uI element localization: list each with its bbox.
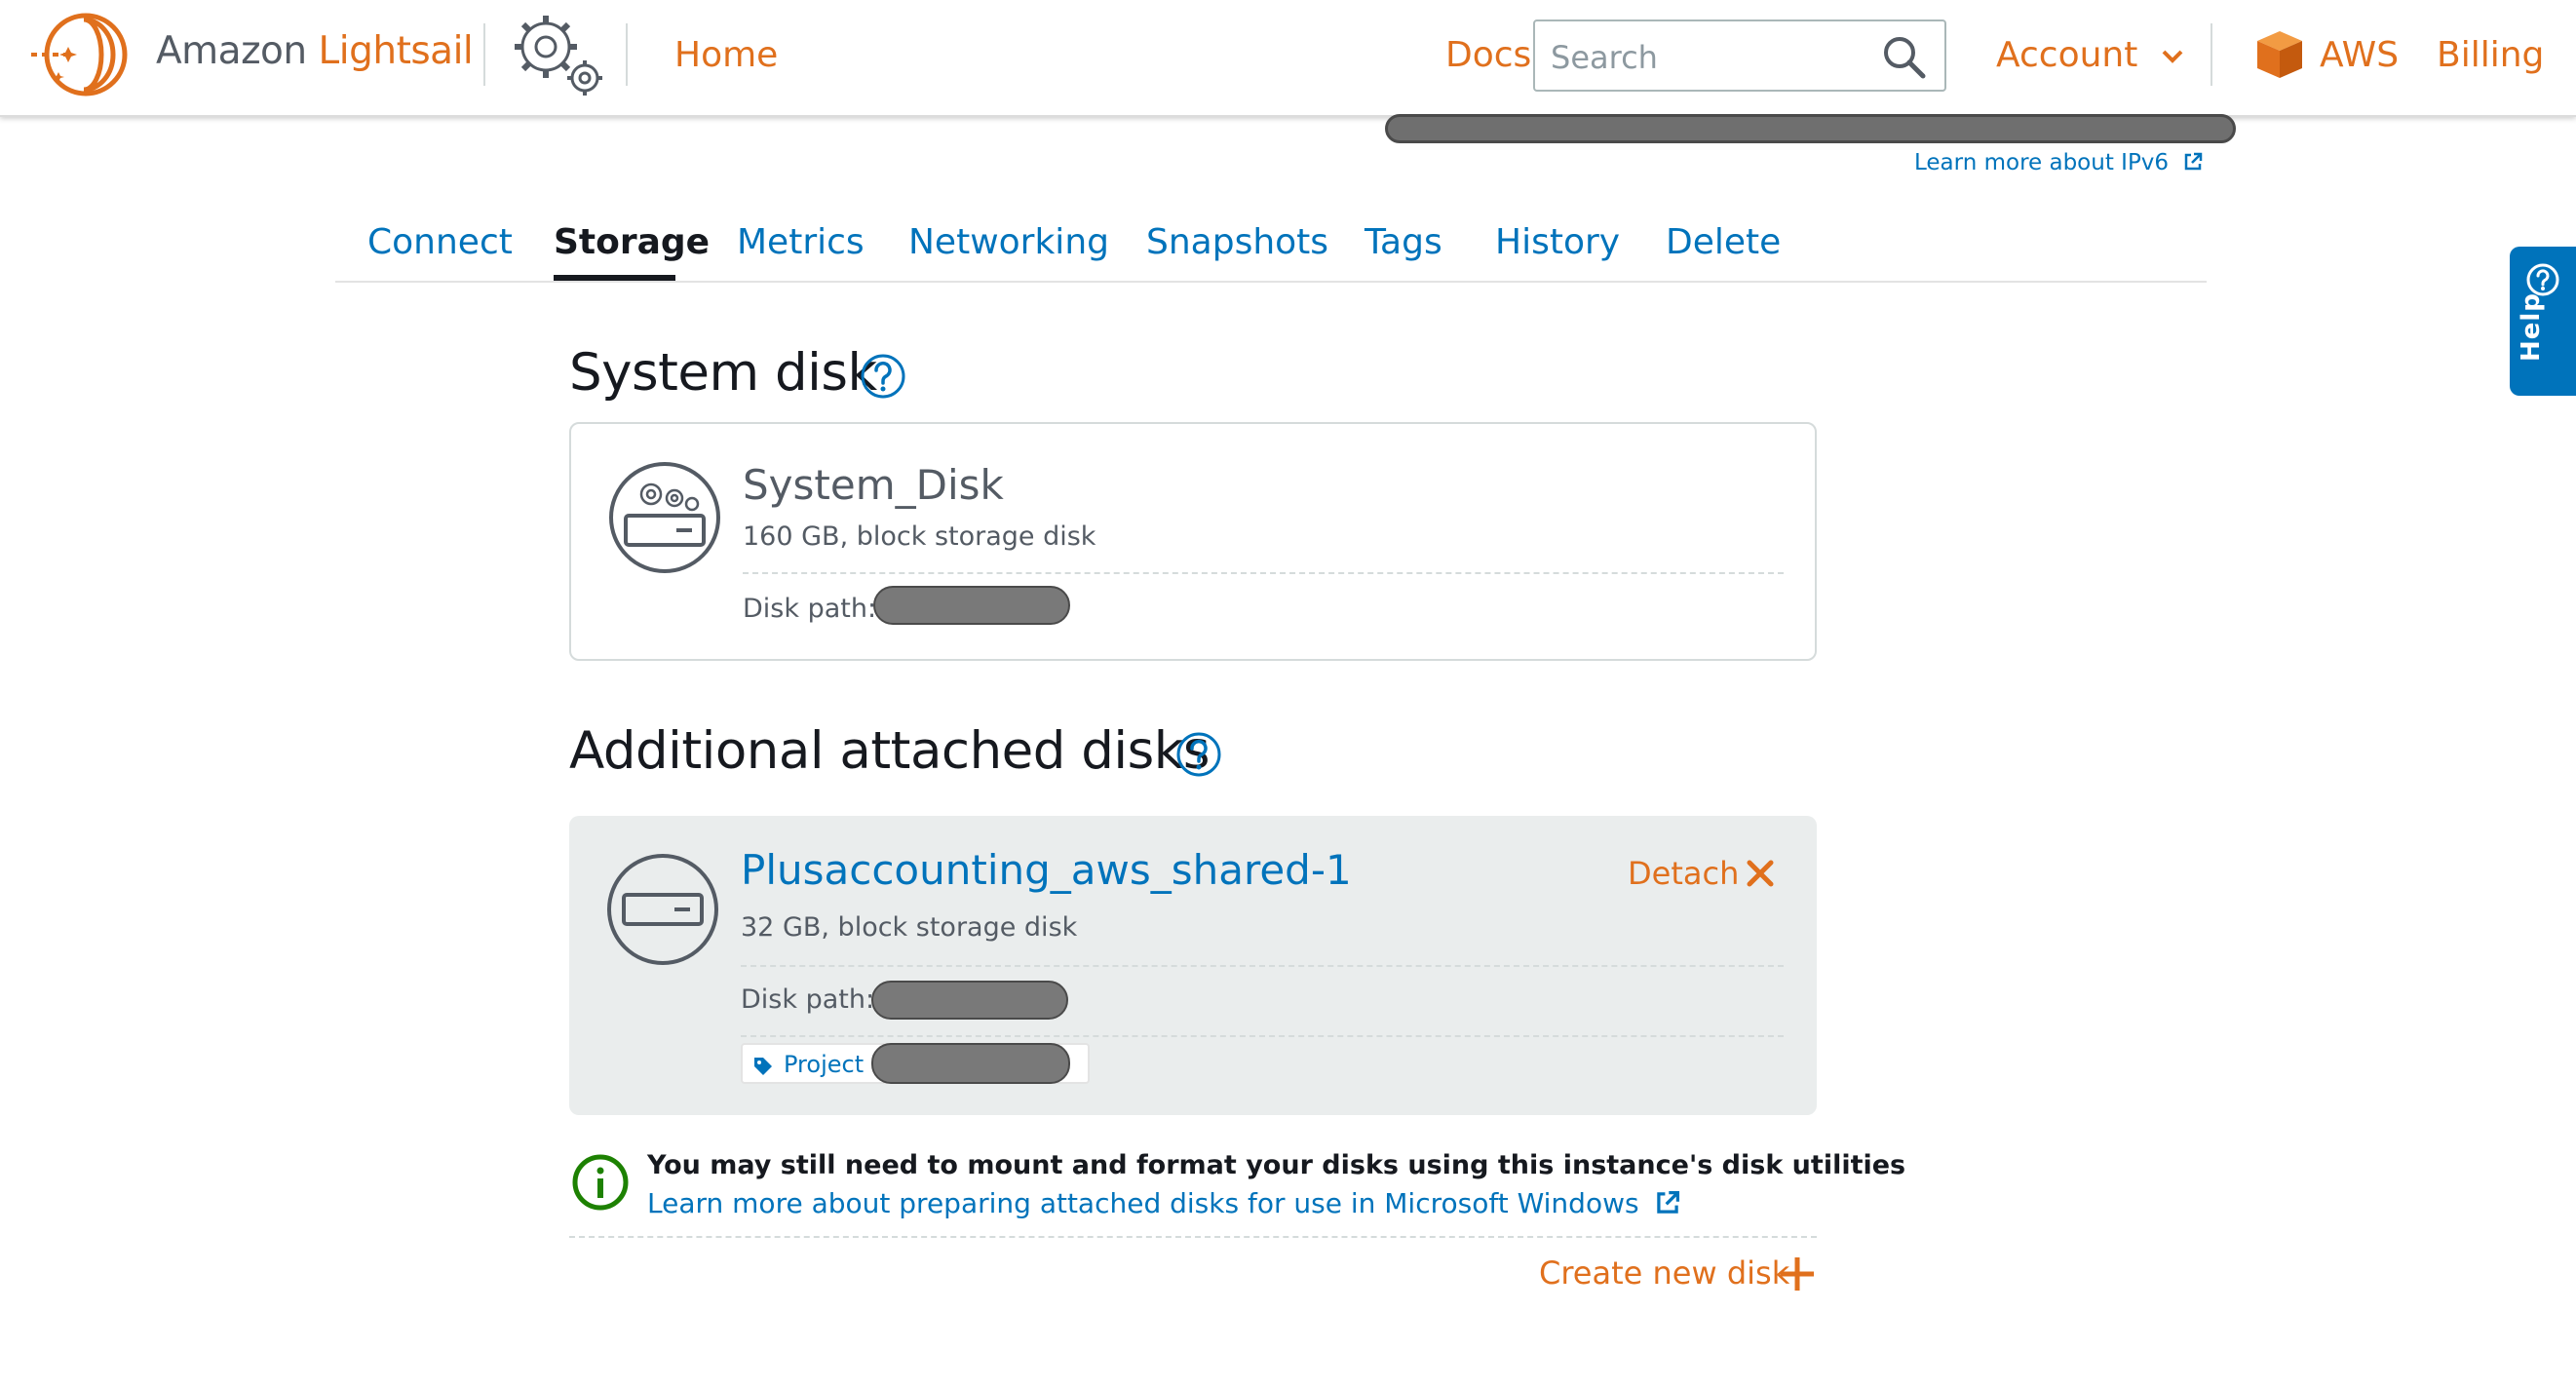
billing-link[interactable]: Billing [2437, 35, 2544, 75]
tab-tags[interactable]: Tags [1365, 222, 1442, 262]
account-menu[interactable]: Account [1996, 35, 2184, 75]
attached-disk-name-link[interactable]: Plusaccounting_aws_shared-1 [741, 846, 1352, 894]
windows-disks-link-text: Learn more about preparing attached disk… [647, 1187, 1639, 1219]
search-box [1533, 19, 1946, 92]
redacted-tag-value [871, 1043, 1070, 1084]
disk-path-label: Disk path: [743, 594, 877, 624]
disk-utilities-note: You may still need to mount and format y… [647, 1150, 1906, 1180]
divider [741, 1035, 1784, 1037]
info-icon [572, 1154, 629, 1211]
aws-link[interactable]: AWS [2320, 35, 2399, 75]
lightsail-logo-icon[interactable] [29, 10, 136, 99]
external-link-icon [2185, 152, 2203, 171]
brand-lightsail: Lightsail [318, 29, 474, 73]
tag-key: Project [784, 1051, 865, 1078]
account-label: Account [1996, 35, 2138, 75]
close-icon[interactable] [1745, 858, 1776, 889]
redacted-disk-path [873, 586, 1070, 625]
aws-cube-icon[interactable] [2255, 29, 2304, 80]
system-disk-name: System_Disk [743, 461, 1004, 509]
disk-icon [607, 854, 718, 965]
additional-disks-heading: Additional attached disks [569, 721, 1211, 781]
system-disk-card: System_Disk 160 GB, block storage disk D… [569, 422, 1817, 661]
system-disk-description: 160 GB, block storage disk [743, 521, 1096, 552]
tab-metrics[interactable]: Metrics [737, 222, 865, 262]
help-panel-tab[interactable]: Help [2510, 247, 2576, 396]
ipv6-learn-more-link[interactable]: Learn more about IPv6 [1914, 150, 2203, 175]
help-circle-icon[interactable] [1175, 731, 1222, 778]
detach-button[interactable]: Detach [1628, 855, 1739, 892]
chevron-down-icon [2162, 50, 2183, 63]
tab-history[interactable]: History [1495, 222, 1620, 262]
redacted-address-bar [1385, 114, 2236, 143]
tab-storage[interactable]: Storage [554, 222, 710, 262]
header-divider [626, 23, 628, 86]
system-disk-icon [609, 462, 720, 573]
external-link-icon [1657, 1190, 1680, 1214]
disk-path-label: Disk path: [741, 984, 875, 1015]
search-icon[interactable] [1880, 33, 1927, 80]
system-disk-heading: System disk [569, 343, 877, 403]
attached-disk-description: 32 GB, block storage disk [741, 912, 1078, 943]
docs-link[interactable]: Docs [1445, 35, 1531, 75]
header-divider [483, 23, 485, 86]
home-link[interactable]: Home [674, 35, 778, 75]
create-new-disk-button[interactable]: Create new disk [1539, 1254, 1789, 1292]
tabs-divider [335, 281, 2207, 283]
top-nav-bar: Amazon Lightsail Home Docs Search Accoun… [0, 0, 2576, 117]
divider [743, 572, 1784, 574]
plus-icon[interactable] [1778, 1254, 1817, 1293]
tab-delete[interactable]: Delete [1666, 222, 1781, 262]
divider [569, 1236, 1817, 1238]
settings-gears-icon[interactable] [505, 8, 612, 101]
ipv6-link-text: Learn more about IPv6 [1914, 150, 2170, 175]
brand-name[interactable]: Amazon Lightsail [156, 29, 474, 73]
tab-networking[interactable]: Networking [908, 222, 1109, 262]
tab-connect[interactable]: Connect [367, 222, 513, 262]
brand-amazon: Amazon [156, 29, 307, 73]
divider [741, 965, 1784, 967]
windows-disks-learn-more-link[interactable]: Learn more about preparing attached disk… [647, 1187, 1680, 1219]
tag-icon [754, 1058, 772, 1075]
redacted-disk-path [871, 981, 1068, 1020]
help-label: Help [2517, 292, 2546, 362]
search-input[interactable] [1549, 33, 1865, 82]
header-divider [2211, 23, 2212, 86]
help-circle-icon[interactable] [860, 353, 906, 400]
tab-snapshots[interactable]: Snapshots [1146, 222, 1328, 262]
